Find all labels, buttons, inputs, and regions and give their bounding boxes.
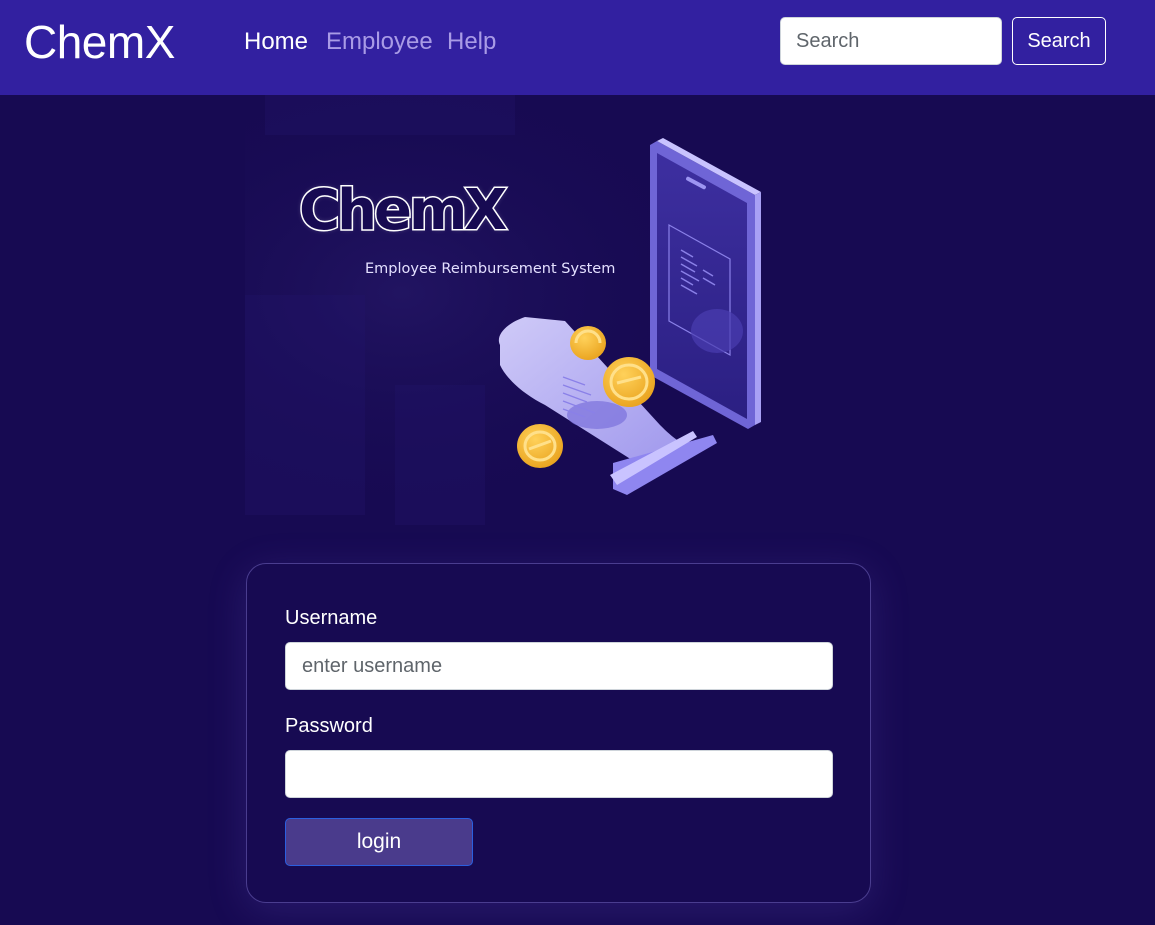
username-label: Username — [285, 607, 378, 629]
login-button[interactable]: login — [285, 818, 473, 866]
coin-icon — [570, 326, 606, 360]
hero-subtitle: Employee Reimbursement System — [365, 261, 616, 277]
hero-artwork — [245, 95, 871, 535]
password-input[interactable] — [285, 750, 833, 798]
nav-link-help[interactable]: Help — [447, 28, 496, 56]
brand-logo[interactable]: ChemX — [24, 14, 175, 70]
password-label: Password — [285, 715, 373, 737]
nav-link-employee[interactable]: Employee — [326, 28, 433, 56]
hero-illustration: ChemX Employee Reimbursement System — [245, 95, 871, 535]
username-input[interactable] — [285, 642, 833, 690]
coin-icon — [517, 424, 563, 468]
login-form: Username Password login — [246, 563, 871, 903]
search-input[interactable] — [780, 17, 1002, 65]
top-navbar: ChemX Home Employee Help Search — [0, 0, 1155, 95]
hero-logo-text: ChemX — [297, 177, 508, 244]
coin-icon — [603, 357, 655, 407]
search-button[interactable]: Search — [1012, 17, 1106, 65]
nav-link-home[interactable]: Home — [244, 28, 308, 56]
